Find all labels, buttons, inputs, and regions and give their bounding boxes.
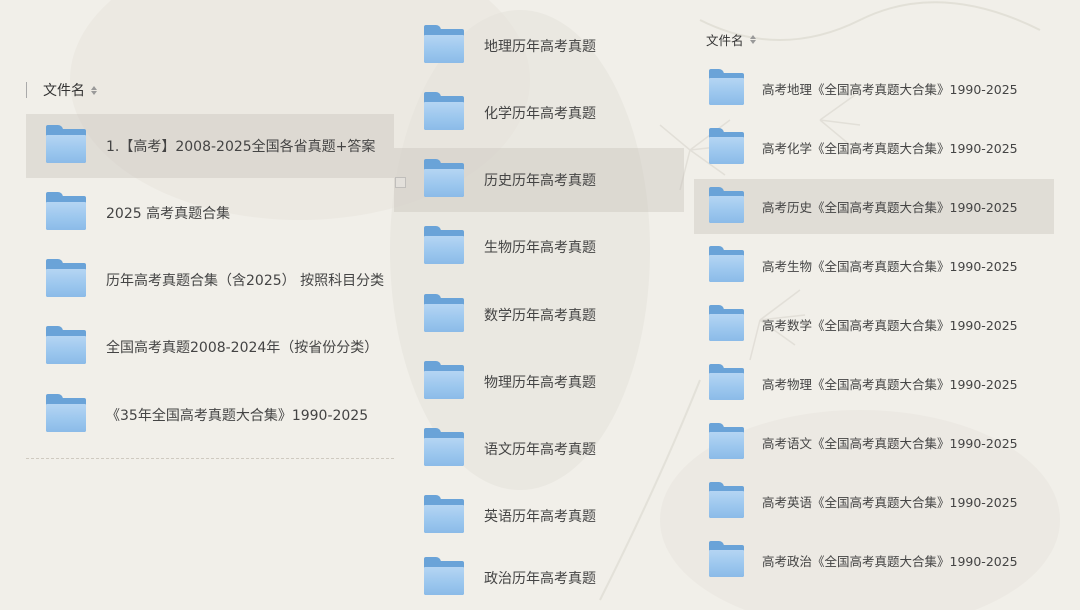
folder-name: 历年高考真题合集（含2025） 按照科目分类 xyxy=(106,273,385,289)
column-resize-handle[interactable] xyxy=(26,82,27,98)
list-item[interactable]: 高考政治《全国高考真题大合集》1990-2025 xyxy=(694,533,1054,588)
folder-name: 高考语文《全国高考真题大合集》1990-2025 xyxy=(762,436,1018,451)
list-item[interactable]: 高考生物《全国高考真题大合集》1990-2025 xyxy=(694,238,1054,293)
folder-icon xyxy=(709,186,744,223)
sort-icon[interactable] xyxy=(91,85,97,95)
folder-icon xyxy=(46,125,86,163)
folder-name: 高考生物《全国高考真题大合集》1990-2025 xyxy=(762,259,1018,274)
left-filename-header[interactable]: 文件名 xyxy=(43,80,97,100)
folder-name: 高考英语《全国高考真题大合集》1990-2025 xyxy=(762,495,1018,510)
folder-name: 政治历年高考真题 xyxy=(484,571,596,587)
list-item[interactable]: 历年高考真题合集（含2025） 按照科目分类 xyxy=(26,248,394,312)
folder-icon xyxy=(424,361,464,399)
folder-icon xyxy=(709,363,744,400)
folder-icon xyxy=(709,68,744,105)
list-item[interactable]: 数学历年高考真题 xyxy=(394,283,684,347)
list-item[interactable]: 英语历年高考真题 xyxy=(394,484,684,548)
folder-name: 历史历年高考真题 xyxy=(484,173,596,189)
list-item[interactable]: 高考数学《全国高考真题大合集》1990-2025 xyxy=(694,297,1054,352)
list-item[interactable]: 地理历年高考真题 xyxy=(394,14,684,78)
right-filename-header[interactable]: 文件名 xyxy=(706,30,756,49)
list-item[interactable]: 高考化学《全国高考真题大合集》1990-2025 xyxy=(694,120,1054,175)
folder-name: 地理历年高考真题 xyxy=(484,39,596,55)
list-item[interactable]: 高考语文《全国高考真题大合集》1990-2025 xyxy=(694,415,1054,470)
folder-name: 数学历年高考真题 xyxy=(484,308,596,324)
folder-name: 物理历年高考真题 xyxy=(484,375,596,391)
list-item[interactable]: 语文历年高考真题 xyxy=(394,417,684,481)
folder-name: 化学历年高考真题 xyxy=(484,106,596,122)
folder-icon xyxy=(709,540,744,577)
folder-name: 生物历年高考真题 xyxy=(484,240,596,256)
folder-icon xyxy=(424,92,464,130)
sort-icon[interactable] xyxy=(749,35,756,44)
folder-icon xyxy=(46,394,86,432)
folder-name: 《35年全国高考真题大合集》1990-2025 xyxy=(106,408,369,424)
folder-icon xyxy=(709,245,744,282)
folder-name: 1.【高考】2008-2025全国各省真题+答案 xyxy=(106,139,376,155)
folder-name: 英语历年高考真题 xyxy=(484,509,596,525)
folder-icon xyxy=(709,481,744,518)
list-item[interactable]: 全国高考真题2008-2024年（按省份分类） xyxy=(26,315,394,379)
folder-icon xyxy=(709,127,744,164)
list-item[interactable]: 生物历年高考真题 xyxy=(394,215,684,279)
list-divider xyxy=(26,458,394,459)
folder-name: 高考物理《全国高考真题大合集》1990-2025 xyxy=(762,377,1018,392)
filename-header-label: 文件名 xyxy=(43,83,85,99)
folder-icon xyxy=(424,226,464,264)
folder-icon xyxy=(46,192,86,230)
list-item[interactable]: 历史历年高考真题 xyxy=(394,148,684,212)
list-item[interactable]: 物理历年高考真题 xyxy=(394,350,684,414)
folder-icon xyxy=(424,294,464,332)
folder-name: 高考历史《全国高考真题大合集》1990-2025 xyxy=(762,200,1018,215)
list-item[interactable]: 1.【高考】2008-2025全国各省真题+答案 xyxy=(26,114,394,178)
folder-icon xyxy=(46,259,86,297)
list-item[interactable]: 政治历年高考真题 xyxy=(394,546,684,610)
folder-icon xyxy=(424,557,464,595)
folder-icon xyxy=(709,304,744,341)
list-item[interactable]: 高考地理《全国高考真题大合集》1990-2025 xyxy=(694,61,1054,116)
folder-icon xyxy=(424,428,464,466)
folder-icon xyxy=(46,326,86,364)
folder-icon xyxy=(424,159,464,197)
list-item[interactable]: 2025 高考真题合集 xyxy=(26,181,394,245)
list-item[interactable]: 高考物理《全国高考真题大合集》1990-2025 xyxy=(694,356,1054,411)
folder-icon xyxy=(709,422,744,459)
folder-name: 2025 高考真题合集 xyxy=(106,206,231,222)
list-item[interactable]: 高考英语《全国高考真题大合集》1990-2025 xyxy=(694,474,1054,529)
folder-icon xyxy=(424,25,464,63)
folder-name: 高考数学《全国高考真题大合集》1990-2025 xyxy=(762,318,1018,333)
folder-icon xyxy=(424,495,464,533)
filename-header-label: 文件名 xyxy=(706,33,744,48)
list-item[interactable]: 《35年全国高考真题大合集》1990-2025 xyxy=(26,383,394,447)
folder-name: 语文历年高考真题 xyxy=(484,442,596,458)
folder-name: 高考地理《全国高考真题大合集》1990-2025 xyxy=(762,82,1018,97)
folder-name: 全国高考真题2008-2024年（按省份分类） xyxy=(106,340,379,356)
list-item[interactable]: 化学历年高考真题 xyxy=(394,81,684,145)
folder-name: 高考化学《全国高考真题大合集》1990-2025 xyxy=(762,141,1018,156)
list-item[interactable]: 高考历史《全国高考真题大合集》1990-2025 xyxy=(694,179,1054,234)
folder-name: 高考政治《全国高考真题大合集》1990-2025 xyxy=(762,554,1018,569)
